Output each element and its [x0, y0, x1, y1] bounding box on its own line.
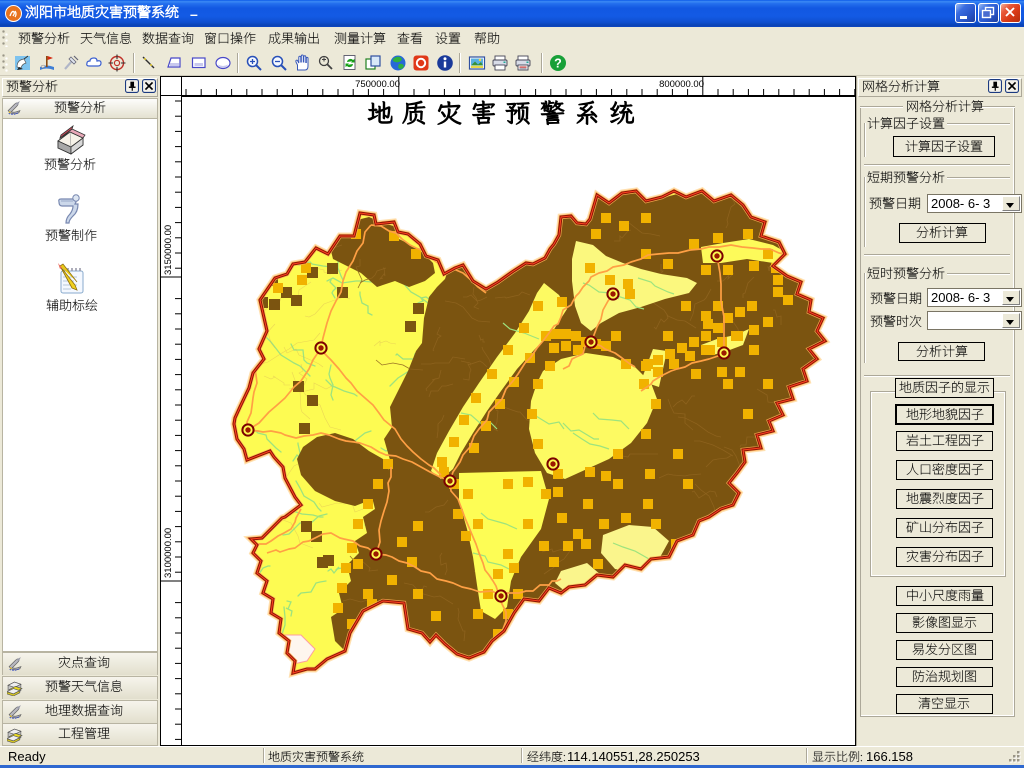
- svg-text:?: ?: [554, 57, 562, 71]
